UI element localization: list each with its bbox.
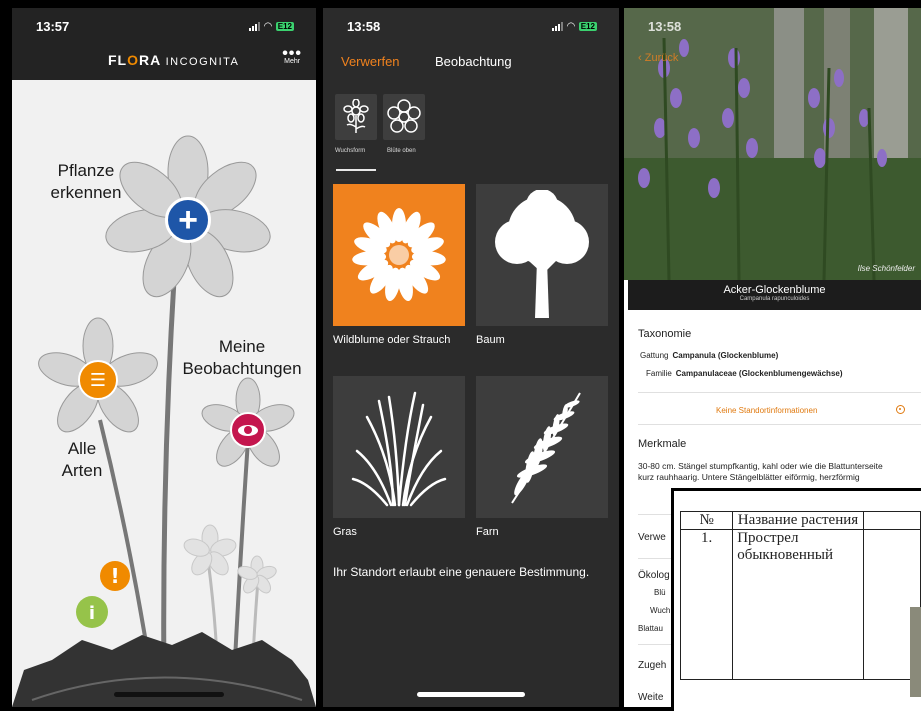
section-truncated: Blü [654,588,666,597]
status-icons: ◠ E12 [249,21,294,32]
section-truncated[interactable]: Ökolog [638,570,670,581]
info-tip-icon[interactable] [88,596,120,628]
divider [638,392,921,393]
observation-screen: 13:58 ◠ E12 Verwerfen Beobachtung Wuchsf… [323,8,619,707]
wifi-icon: ◠ [567,20,575,32]
fern-icon [511,392,581,504]
status-icons: ◠ E12 [552,21,597,32]
tab-indicator [336,169,376,171]
species-caption: Acker-Glockenblume Campanula rapunculoid… [628,280,921,310]
row-plant-name: Прострел обыкновенный [732,529,864,680]
header-plant-name: Название растения [732,511,864,530]
section-truncated: Blattau [638,624,663,633]
category-wildflower[interactable] [333,184,465,326]
location-hint: Ihr Standort erlaubt eine genauere Besti… [333,565,590,579]
plus-icon: + [178,201,198,239]
bellflower-photo-illustration [624,8,921,280]
status-bar: 13:58 ◠ E12 [323,8,619,44]
daisy-icon [352,208,446,302]
category-wildflower-label: Wildblume oder Strauch [333,334,451,346]
genus-row: Gattung Campanula (Glockenblume) [640,351,779,360]
document-table-overlay: № Название растения 1. Прострел обыкнове… [671,488,921,711]
more-button[interactable]: ••• Mehr [282,45,302,66]
plant-table: № Название растения 1. Прострел обыкнове… [679,511,921,680]
signal-icon [249,21,261,31]
all-species-button[interactable]: ☰ [78,360,118,400]
eye-icon [238,424,258,436]
photo-credit: Ilse Schönfelder [857,264,915,273]
header-number: № [679,511,734,530]
all-species-label[interactable]: Alle Arten [52,438,112,482]
tab-flower-top-label: Blüte oben [387,148,416,154]
status-time: 13:58 [347,18,381,34]
back-button[interactable]: ‹ Zurück [638,52,678,64]
grass-icon [351,391,447,507]
status-time: 13:57 [36,18,70,34]
tree-icon [495,190,589,318]
home-indicator [114,692,224,697]
tab-flower-top[interactable] [383,94,425,140]
flower-top-icon [387,99,421,133]
category-fern-label: Farn [476,526,499,538]
home-topbar: 13:57 ◠ E12 FLORA INCOGNITA ••• Mehr [12,8,316,80]
wifi-icon: ◠ [264,20,272,32]
no-location-link[interactable]: Keine Standortinformationen [716,406,817,415]
app-logo: FLORA INCOGNITA [108,52,240,68]
header-extra [862,511,921,530]
tab-growth-form[interactable] [335,94,377,140]
category-fern[interactable] [476,376,608,518]
warning-tip-icon[interactable] [112,561,142,591]
section-truncated[interactable]: Zugeh [638,660,666,671]
category-tree[interactable] [476,184,608,326]
discard-button[interactable]: Verwerfen [341,54,400,69]
flora-home-screen: 13:57 ◠ E12 FLORA INCOGNITA ••• Mehr ! i… [12,8,316,707]
family-row: Familie Campanulaceae (Glockenblumengewäc… [646,369,843,378]
section-truncated[interactable]: Verwe [638,532,666,543]
species-photo: 13:58 ‹ Zurück Ilse Schönfelder [624,8,921,280]
features-title: Merkmale [638,438,687,450]
latin-name: Campanula rapunculoides [739,296,810,302]
screen-title: Beobachtung [435,54,512,69]
identify-plant-button[interactable]: + [165,197,211,243]
plant-photo-fragment [910,607,921,697]
home-indicator [417,692,525,697]
table-row: 1. Прострел обыкновенный [679,529,921,680]
status-bar: 13:57 ◠ E12 [12,8,316,44]
my-observations-label[interactable]: Meine Beobachtungen [172,336,312,380]
list-icon: ☰ [89,370,107,390]
battery-icon: E12 [578,21,597,31]
status-bar: 13:58 [624,8,921,44]
battery-icon: E12 [275,21,294,31]
category-tree-label: Baum [476,334,505,346]
table-header-row: № Название растения [679,511,921,530]
my-observations-button[interactable] [230,412,266,448]
tab-growth-form-label: Wuchsform [335,148,366,154]
category-grass[interactable] [333,376,465,518]
section-truncated: Wuch [650,606,671,615]
identify-plant-label[interactable]: Pflanze erkennen [36,160,136,204]
taxonomy-title: Taxonomie [638,328,692,340]
more-dots-icon: ••• [282,45,302,62]
divider [638,424,921,425]
row-number: 1. [679,529,734,680]
flower-side-icon [343,99,369,133]
more-label: Mehr [284,58,301,65]
section-truncated[interactable]: Weite [638,692,663,703]
status-time: 13:58 [648,18,682,34]
category-grass-label: Gras [333,526,357,538]
location-pin-icon[interactable] [896,405,905,414]
signal-icon [552,21,564,31]
common-name: Acker-Glockenblume [723,284,826,296]
